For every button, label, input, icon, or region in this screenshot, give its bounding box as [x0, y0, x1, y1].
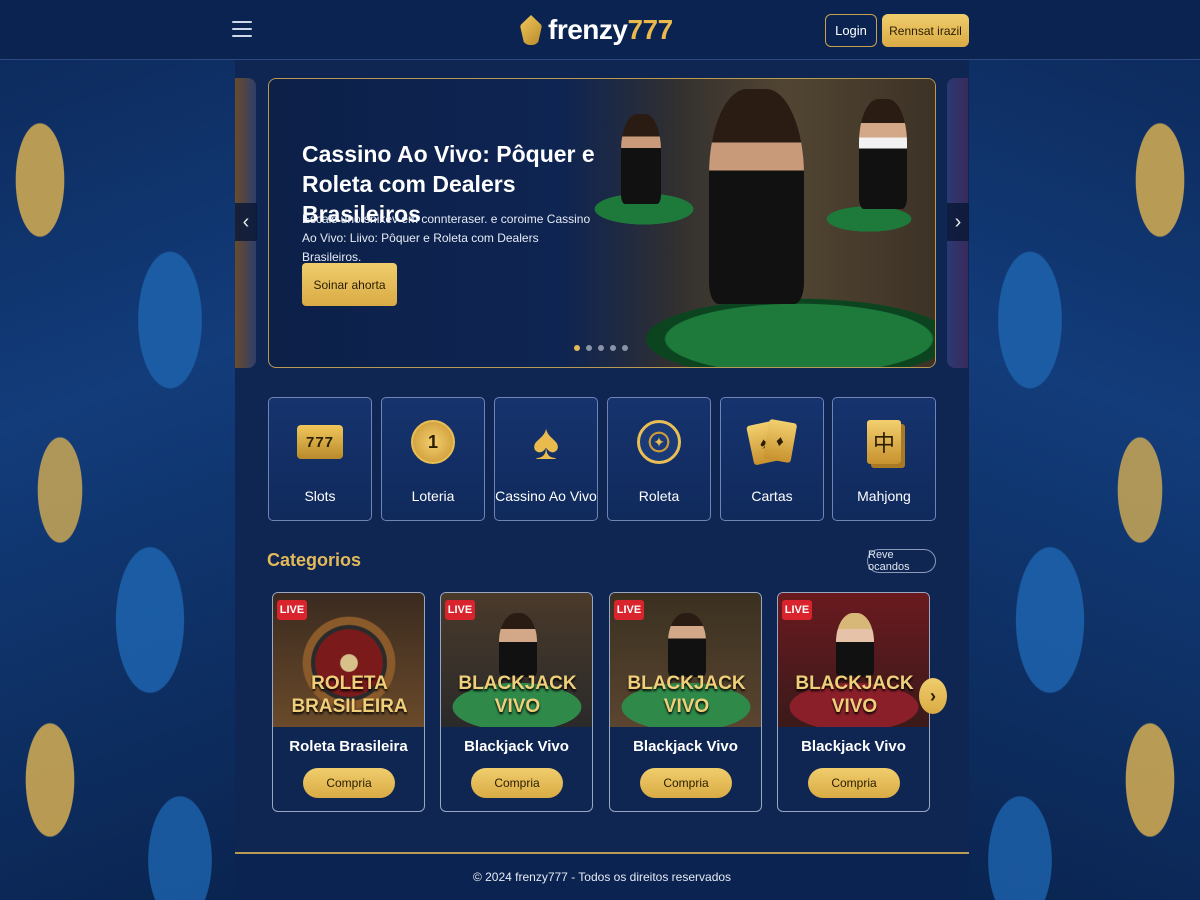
logo-text-accent: 777 [627, 14, 673, 45]
cards-icon: ♠ ♦ [746, 414, 798, 470]
dealer-figure [621, 114, 661, 204]
game-name: Blackjack Vivo [464, 738, 569, 755]
game-card[interactable]: LIVE BLACKJACK VIVO Blackjack Vivo Compr… [777, 592, 930, 812]
category-label: Cassino Ao Vivo [495, 488, 597, 504]
game-thumbnail: LIVE BLACKJACK VIVO [441, 593, 592, 727]
dealer-figure [499, 613, 537, 677]
games-next-arrow-icon[interactable]: › [919, 678, 947, 714]
carousel-prev-icon[interactable]: ‹ [235, 203, 257, 241]
game-name: Roleta Brasileira [289, 738, 408, 755]
hero-cta-button[interactable]: Soinar ahorta [302, 263, 397, 306]
thumbnail-title: ROLETA [311, 673, 388, 694]
carousel-dot[interactable] [610, 345, 616, 351]
live-badge: LIVE [445, 600, 475, 620]
login-button[interactable]: Login [825, 14, 877, 47]
roulette-icon: ✦ [633, 414, 685, 470]
section-title: Categorios [267, 550, 362, 570]
logo-emblem-icon [520, 15, 542, 45]
game-thumbnail: LIVE ROLETA BRASILEIRA [273, 593, 424, 727]
dealer-figure [859, 99, 907, 209]
carousel-dot[interactable] [622, 345, 628, 351]
hamburger-menu-icon[interactable] [232, 18, 252, 40]
play-button[interactable]: Compria [808, 768, 900, 798]
thumbnail-title: BLACKJACK [795, 673, 914, 694]
game-card[interactable]: LIVE BLACKJACK VIVO Blackjack Vivo Compr… [440, 592, 593, 812]
category-label: Loteria [411, 488, 455, 504]
live-badge: LIVE [614, 600, 644, 620]
thumbnail-title: BLACKJACK [458, 673, 577, 694]
category-tile-loteria[interactable]: 1 Loteria [381, 397, 485, 521]
register-button[interactable]: Rennsat irazil [882, 14, 969, 47]
thumbnail-subtitle: VIVO [663, 695, 710, 717]
category-tile-cartas[interactable]: ♠ ♦ Cartas [720, 397, 824, 521]
category-label: Cartas [751, 488, 793, 504]
logo-text-primary: frenzy [548, 14, 628, 45]
thumbnail-subtitle: VIVO [831, 695, 878, 717]
carousel-dot[interactable] [574, 345, 580, 351]
carousel-dot[interactable] [586, 345, 592, 351]
game-name: Blackjack Vivo [633, 738, 738, 755]
carousel-next-icon[interactable]: › [947, 203, 969, 241]
category-tile-slots[interactable]: 777 Slots [268, 397, 372, 521]
hero-description: Escals unotsnikev em connteraser. e coro… [302, 212, 591, 265]
lottery-ball-icon: 1 [407, 414, 459, 470]
spade-icon: ♠ [532, 414, 560, 470]
live-badge: LIVE [782, 600, 812, 620]
dealer-figure [668, 613, 706, 677]
game-card[interactable]: LIVE ROLETA BRASILEIRA Roleta Brasileira… [272, 592, 425, 812]
dealer-figure [709, 89, 804, 304]
site-footer: © 2024 frenzy777 - Todos os direitos res… [235, 852, 969, 900]
category-tile-roleta[interactable]: ✦ Roleta [607, 397, 711, 521]
play-button[interactable]: Compria [303, 768, 395, 798]
dealer-figure [836, 613, 874, 677]
slot-machine-icon: 777 [294, 414, 346, 470]
tropical-background-right [965, 60, 1200, 900]
site-header: frenzy777 Login Rennsat irazil [0, 0, 1200, 60]
game-thumbnail: LIVE BLACKJACK VIVO [778, 593, 929, 727]
game-thumbnail: LIVE BLACKJACK VIVO [610, 593, 761, 727]
mahjong-tile-icon: 中 [858, 414, 910, 470]
site-logo[interactable]: frenzy777 [520, 12, 673, 48]
category-label: Roleta [638, 488, 680, 504]
tropical-background-left [0, 60, 235, 900]
category-label: Slots [304, 488, 336, 504]
thumbnail-title: BLACKJACK [627, 673, 746, 694]
play-button[interactable]: Compria [640, 768, 732, 798]
thumbnail-subtitle: VIVO [494, 695, 541, 717]
live-badge: LIVE [277, 600, 307, 620]
game-card[interactable]: LIVE BLACKJACK VIVO Blackjack Vivo Compr… [609, 592, 762, 812]
copyright-text: © 2024 frenzy777 - Todos os direitos res… [472, 870, 732, 884]
play-button[interactable]: Compria [471, 768, 563, 798]
game-name: Blackjack Vivo [801, 738, 906, 755]
category-tile-mahjong[interactable]: 中 Mahjong [832, 397, 936, 521]
carousel-dot[interactable] [598, 345, 604, 351]
category-label: Mahjong [857, 488, 911, 504]
thumbnail-subtitle: BRASILEIRA [291, 695, 408, 717]
category-tile-live-casino[interactable]: ♠ Cassino Ao Vivo [494, 397, 598, 521]
carousel-pagination [574, 345, 628, 351]
see-all-button[interactable]: Reve ocandos [867, 549, 936, 573]
